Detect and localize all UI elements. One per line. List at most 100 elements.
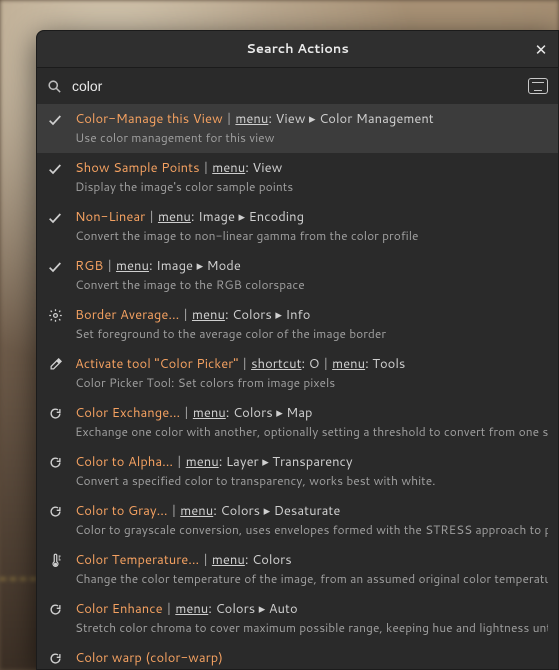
result-text: Color-Manage this View | menu: View ▸ Co…: [75, 110, 548, 146]
menu-label: menu: [175, 600, 208, 618]
gegl-icon: [45, 600, 65, 617]
menu-label: menu: [212, 159, 245, 177]
result-item[interactable]: Show Sample Points | menu: View Display t…: [37, 153, 558, 202]
result-title-line: Color Exchange... | menu: Colors ▸ Map: [75, 404, 548, 422]
dialog-title: Search Actions: [246, 40, 349, 58]
result-title-line: RGB | menu: Image ▸ Mode: [75, 257, 548, 275]
temp-icon: [45, 551, 65, 568]
result-item[interactable]: Color warp (color-warp)Warps the colors …: [37, 643, 558, 669]
gegl-icon: [45, 502, 65, 519]
gegl-icon: [45, 649, 65, 666]
result-description: Convert the image to non-linear gamma fr…: [75, 228, 548, 244]
menu-path: : Colors: [245, 551, 292, 569]
result-title: Show Sample Points: [75, 159, 200, 177]
result-description: Color to grayscale conversion, uses enve…: [75, 522, 548, 538]
result-text: Color to Gray... | menu: Colors ▸ Desatu…: [75, 502, 548, 538]
result-text: RGB | menu: Image ▸ Mode Convert the imag…: [75, 257, 548, 293]
result-title-line: Activate tool "Color Picker" | shortcut:…: [75, 355, 548, 373]
result-description: Set foreground to the average color of t…: [75, 326, 548, 342]
menu-path: : Colors ▸ Desaturate: [213, 502, 340, 520]
result-item[interactable]: Color Exchange... | menu: Colors ▸ Map Ex…: [37, 398, 558, 447]
result-item[interactable]: Border Average... | menu: Colors ▸ Info S…: [37, 300, 558, 349]
result-text: Color Exchange... | menu: Colors ▸ Map Ex…: [75, 404, 548, 440]
result-title-line: Non-Linear | menu: Image ▸ Encoding: [75, 208, 548, 226]
menu-path: : View: [245, 159, 282, 177]
result-text: Border Average... | menu: Colors ▸ Info S…: [75, 306, 548, 342]
close-button[interactable]: ✕: [532, 40, 550, 58]
result-title: Color Temperature...: [75, 551, 199, 569]
gegl-icon: [45, 404, 65, 421]
result-item[interactable]: Color Enhance | menu: Colors ▸ Auto Stret…: [37, 594, 558, 643]
menu-path: : Layer ▸ Transparency: [219, 453, 353, 471]
menu-path: : Image ▸ Mode: [149, 257, 241, 275]
menu-label: menu: [212, 551, 245, 569]
menu-label: menu: [186, 453, 219, 471]
menu-label: menu: [332, 355, 365, 373]
gear-icon: [45, 306, 65, 323]
check-icon: [45, 257, 65, 275]
result-title: RGB: [75, 257, 103, 275]
menu-label: menu: [116, 257, 149, 275]
result-text: Show Sample Points | menu: View Display t…: [75, 159, 548, 195]
result-description: Convert the image to the RGB colorspace: [75, 277, 548, 293]
result-description: Stretch color chroma to cover maximum po…: [75, 620, 548, 636]
shortcut-path: : O: [302, 355, 320, 373]
result-title-line: Color Enhance | menu: Colors ▸ Auto: [75, 600, 548, 618]
search-input[interactable]: [70, 77, 520, 95]
result-title-line: Color to Alpha... | menu: Layer ▸ Transp…: [75, 453, 548, 471]
titlebar: Search Actions ✕: [37, 31, 558, 68]
result-title-line: Color-Manage this View | menu: View ▸ Co…: [75, 110, 548, 128]
result-description: Exchange one color with another, optiona…: [75, 424, 548, 440]
result-text: Activate tool "Color Picker" | shortcut:…: [75, 355, 548, 391]
shortcut-label: shortcut: [251, 355, 301, 373]
result-title: Color Enhance: [75, 600, 163, 618]
menu-path: : Tools: [365, 355, 405, 373]
result-item[interactable]: Color to Gray... | menu: Colors ▸ Desatu…: [37, 496, 558, 545]
menu-label: menu: [235, 110, 268, 128]
result-item[interactable]: Activate tool "Color Picker" | shortcut:…: [37, 349, 558, 398]
results-list[interactable]: Color-Manage this View | menu: View ▸ Co…: [37, 104, 558, 669]
result-title: Border Average...: [75, 306, 179, 324]
result-text: Non-Linear | menu: Image ▸ Encoding Conve…: [75, 208, 548, 244]
menu-path: : Colors ▸ Auto: [208, 600, 297, 618]
menu-label: menu: [180, 502, 213, 520]
result-text: Color warp (color-warp)Warps the colors …: [75, 649, 548, 669]
result-description: Convert a specified color to transparenc…: [75, 473, 548, 489]
result-text: Color to Alpha... | menu: Layer ▸ Transp…: [75, 453, 548, 489]
menu-label: menu: [158, 208, 191, 226]
search-actions-dialog: Search Actions ✕ Color-Manage this View …: [36, 30, 559, 670]
gegl-icon: [45, 453, 65, 470]
result-description: Change the color temperature of the imag…: [75, 571, 548, 587]
result-text: Color Temperature... | menu: ColorsChang…: [75, 551, 548, 587]
result-title: Color-Manage this View: [75, 110, 223, 128]
picker-icon: [45, 355, 65, 372]
result-item[interactable]: Color to Alpha... | menu: Layer ▸ Transp…: [37, 447, 558, 496]
result-title-line: Color to Gray... | menu: Colors ▸ Desatu…: [75, 502, 548, 520]
result-title-line: Show Sample Points | menu: View: [75, 159, 548, 177]
menu-label: menu: [192, 306, 225, 324]
menu-path: : Image ▸ Encoding: [191, 208, 304, 226]
close-icon: ✕: [535, 42, 548, 57]
menu-label: menu: [193, 404, 226, 422]
result-title: Color warp (color-warp): [75, 649, 223, 667]
result-item[interactable]: RGB | menu: Image ▸ Mode Convert the imag…: [37, 251, 558, 300]
keyboard-icon[interactable]: [528, 78, 548, 94]
result-title: Activate tool "Color Picker": [75, 355, 238, 373]
result-title: Color Exchange...: [75, 404, 180, 422]
result-title: Color to Gray...: [75, 502, 168, 520]
result-description: Display the image's color sample points: [75, 179, 548, 195]
result-description: Use color management for this view: [75, 130, 548, 146]
search-bar: [37, 68, 558, 105]
result-item[interactable]: Non-Linear | menu: Image ▸ Encoding Conve…: [37, 202, 558, 251]
menu-path: : Colors ▸ Map: [226, 404, 313, 422]
result-item[interactable]: Color-Manage this View | menu: View ▸ Co…: [37, 104, 558, 153]
menu-path: : View ▸ Color Management: [268, 110, 433, 128]
check-icon: [45, 110, 65, 128]
result-title-line: Color warp (color-warp): [75, 649, 548, 667]
result-title-line: Border Average... | menu: Colors ▸ Info: [75, 306, 548, 324]
check-icon: [45, 159, 65, 177]
result-text: Color Enhance | menu: Colors ▸ Auto Stret…: [75, 600, 548, 636]
result-item[interactable]: Color Temperature... | menu: ColorsChang…: [37, 545, 558, 594]
result-title: Color to Alpha...: [75, 453, 173, 471]
result-title: Non-Linear: [75, 208, 145, 226]
